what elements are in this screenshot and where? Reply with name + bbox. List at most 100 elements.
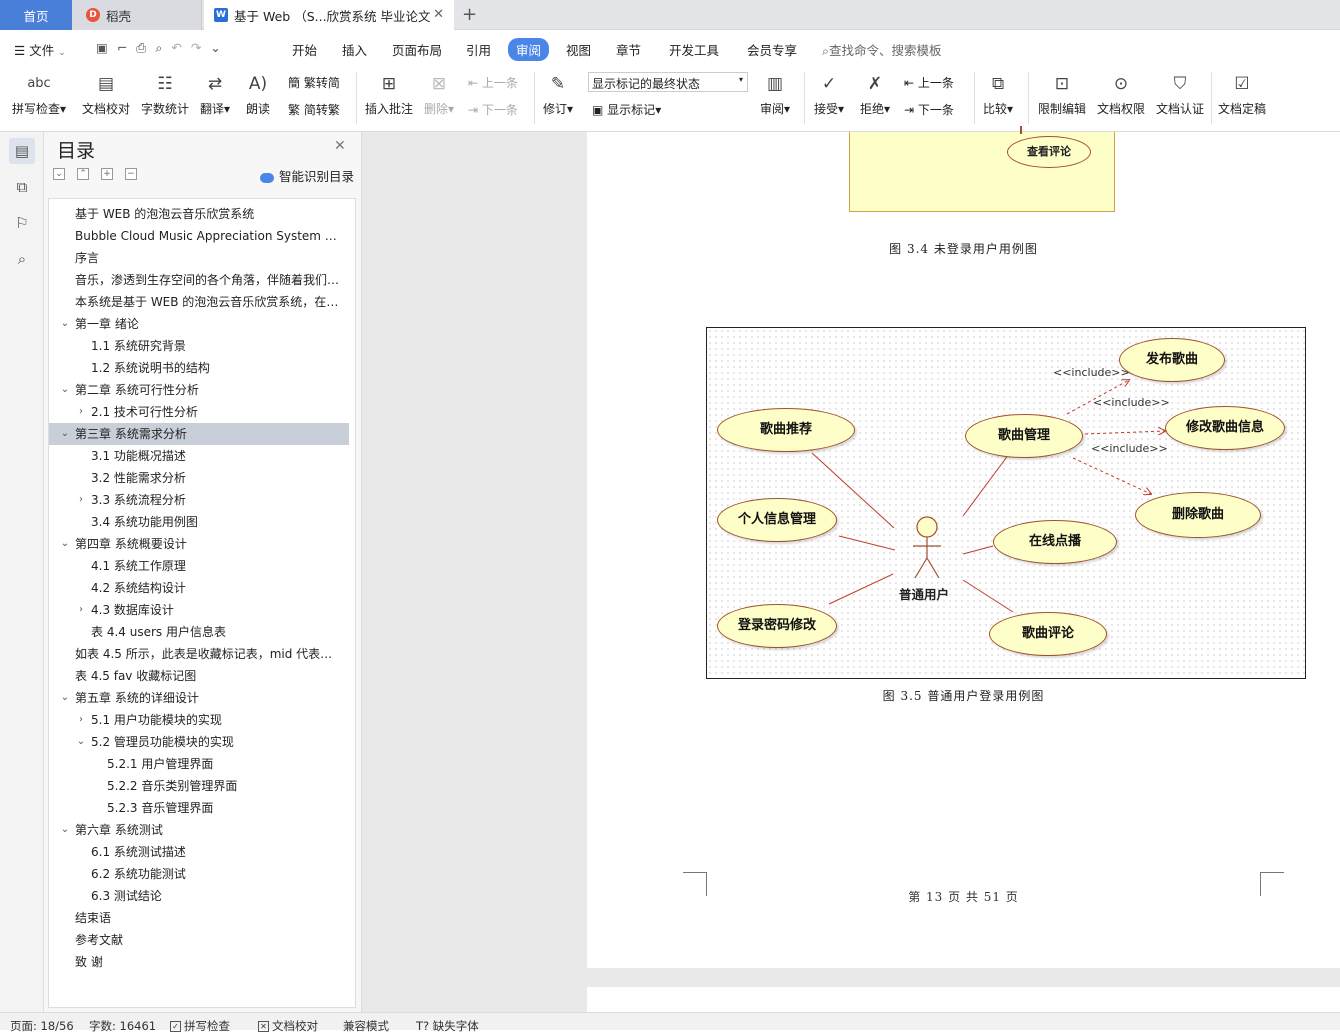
chevron-down-icon[interactable]: ⌄ xyxy=(59,379,71,401)
toc-item[interactable]: 基于 WEB 的泡泡云音乐欣赏系统 xyxy=(49,203,349,225)
toc-item[interactable]: ⌄ 第一章 绪论 xyxy=(49,313,349,335)
menu-review[interactable]: 审阅 xyxy=(508,38,550,61)
command-search[interactable]: ⌕查找命令、搜索模板 xyxy=(822,40,942,59)
print-icon[interactable]: ⎙ xyxy=(136,40,155,55)
toc-item[interactable]: 如表 4.5 所示，此表是收藏标记表，mid 代表歌曲编号 xyxy=(49,643,349,665)
toc-item[interactable]: 致 谢 xyxy=(49,951,349,973)
insert-comment-button[interactable]: ⊞ 插入批注 xyxy=(365,72,413,117)
toc-item[interactable]: ⌄ 5.2 管理员功能模块的实现 xyxy=(49,731,349,753)
toc-item[interactable]: 本系统是基于 WEB 的泡泡云音乐欣赏系统，在设计上 xyxy=(49,291,349,313)
show-markup-button[interactable]: ▣ 显示标记▾ xyxy=(592,101,661,118)
accept-button[interactable]: ✓ 接受▾ xyxy=(814,72,844,117)
reject-button[interactable]: ✗ 拒绝▾ xyxy=(860,72,890,117)
chevron-down-icon[interactable]: ⌄ xyxy=(75,731,87,753)
add-heading-icon[interactable]: + xyxy=(101,168,113,180)
smart-toc-button[interactable]: 智能识别目录 xyxy=(260,166,354,185)
toc-item[interactable]: 音乐，渗透到生存空间的各个角落，伴随着我们的生活 xyxy=(49,269,349,291)
chevron-down-icon[interactable]: ⌄ xyxy=(59,423,71,445)
customize-icon[interactable]: ⌄ xyxy=(210,40,229,55)
simp-to-trad-button[interactable]: 繁 简转繁 xyxy=(288,101,340,118)
toc-item[interactable]: 表 4.4 users 用户信息表 xyxy=(49,621,349,643)
menu-chapter[interactable]: 章节 xyxy=(616,40,641,59)
chevron-right-icon[interactable]: › xyxy=(75,489,87,511)
wordcount-button[interactable]: ☷ 字数统计 xyxy=(141,72,189,117)
proofread-status[interactable]: ✕ 文档校对 xyxy=(258,1018,318,1034)
file-menu[interactable]: ☰ 文件 ⌄ xyxy=(14,40,66,59)
close-icon[interactable]: ✕ xyxy=(334,138,346,154)
chevron-down-icon[interactable]: ⌄ xyxy=(59,533,71,555)
toc-item[interactable]: 3.1 功能概况描述 xyxy=(49,445,349,467)
menu-start[interactable]: 开始 xyxy=(292,40,317,59)
remove-heading-icon[interactable]: − xyxy=(125,168,137,180)
markup-state-select[interactable]: 显示标记的最终状态 ▾ xyxy=(588,72,748,92)
menu-developer[interactable]: 开发工具 xyxy=(669,40,719,59)
toc-item[interactable]: 5.2.1 用户管理界面 xyxy=(49,753,349,775)
toc-item[interactable]: 6.1 系统测试描述 xyxy=(49,841,349,863)
undo-icon[interactable]: ↶ xyxy=(171,40,190,55)
spellcheck-button[interactable]: abc 拼写检查▾ xyxy=(12,72,66,117)
spellcheck-status[interactable]: ✓ 拼写检查 xyxy=(170,1018,230,1034)
chapter-nav-icon[interactable]: ⧉ xyxy=(9,174,35,200)
toc-item[interactable]: 1.2 系统说明书的结构 xyxy=(49,357,349,379)
toc-item[interactable]: 参考文献 xyxy=(49,929,349,951)
close-tab-icon[interactable]: ✕ xyxy=(433,7,444,22)
compare-button[interactable]: ⧉ 比较▾ xyxy=(983,72,1013,117)
expand-up-icon[interactable]: ⌃ xyxy=(77,168,89,180)
review-pane-button[interactable]: ▥ 审阅▾ xyxy=(760,72,790,117)
toc-item[interactable]: › 4.3 数据库设计 xyxy=(49,599,349,621)
tab-daoke[interactable]: D 稻壳 xyxy=(72,0,202,30)
compat-mode-status[interactable]: 兼容模式 xyxy=(343,1018,389,1034)
toc-item[interactable]: ⌄ 第四章 系统概要设计 xyxy=(49,533,349,555)
proofread-button[interactable]: ▤ 文档校对 xyxy=(82,72,130,117)
collapse-all-icon[interactable]: ⌄ xyxy=(53,168,65,180)
toc-item[interactable]: 5.2.3 音乐管理界面 xyxy=(49,797,349,819)
restrict-editing-button[interactable]: ⊡ 限制编辑 xyxy=(1038,72,1086,117)
missing-font-status[interactable]: T? 缺失字体 xyxy=(416,1018,479,1034)
doc-certify-button[interactable]: ⛉ 文档认证 xyxy=(1156,72,1204,117)
chevron-right-icon[interactable]: › xyxy=(75,709,87,731)
translate-button[interactable]: ⇄ 翻译▾ xyxy=(200,72,230,117)
toc-item[interactable]: › 5.1 用户功能模块的实现 xyxy=(49,709,349,731)
trad-to-simp-button[interactable]: 簡 繁转简 xyxy=(288,74,340,91)
page-indicator[interactable]: 页面: 18/56 xyxy=(10,1018,74,1034)
word-count-indicator[interactable]: 字数: 16461 xyxy=(89,1018,156,1034)
toc-item[interactable]: Bubble Cloud Music Appreciation System B… xyxy=(49,225,349,247)
redo-icon[interactable]: ↷ xyxy=(191,40,210,55)
menu-insert[interactable]: 插入 xyxy=(342,40,367,59)
menu-view[interactable]: 视图 xyxy=(566,40,591,59)
read-aloud-button[interactable]: A) 朗读 xyxy=(245,72,271,117)
toc-item[interactable]: 4.1 系统工作原理 xyxy=(49,555,349,577)
bookmark-icon[interactable]: ⚐ xyxy=(9,210,35,236)
delete-comment-button[interactable]: ⊠ 删除▾ xyxy=(424,72,454,117)
toc-item[interactable]: 4.2 系统结构设计 xyxy=(49,577,349,599)
toc-item[interactable]: 结束语 xyxy=(49,907,349,929)
save-icon[interactable]: ▣ xyxy=(96,40,117,55)
menu-member[interactable]: 会员专享 xyxy=(747,40,797,59)
format-painter-icon[interactable]: ⌐ xyxy=(117,40,136,55)
toc-item[interactable]: › 3.3 系统流程分析 xyxy=(49,489,349,511)
print-preview-icon[interactable]: ⌕ xyxy=(155,40,171,55)
prev-change-button[interactable]: ⇤ 上一条 xyxy=(904,74,954,91)
next-comment-button[interactable]: ⇥ 下一条 xyxy=(468,101,518,118)
track-changes-button[interactable]: ✎ 修订▾ xyxy=(543,72,573,117)
toc-item[interactable]: 3.4 系统功能用例图 xyxy=(49,511,349,533)
toc-item[interactable]: 序言 xyxy=(49,247,349,269)
tab-home[interactable]: 首页 xyxy=(0,0,72,30)
chevron-right-icon[interactable]: › xyxy=(75,401,87,423)
toc-item[interactable]: 5.2.2 音乐类别管理界面 xyxy=(49,775,349,797)
menu-layout[interactable]: 页面布局 xyxy=(392,40,442,59)
finalize-button[interactable]: ☑ 文档定稿 xyxy=(1218,72,1266,117)
chevron-right-icon[interactable]: › xyxy=(75,599,87,621)
menu-references[interactable]: 引用 xyxy=(466,40,491,59)
next-change-button[interactable]: ⇥ 下一条 xyxy=(904,101,954,118)
toc-item[interactable]: ⌄ 第五章 系统的详细设计 xyxy=(49,687,349,709)
toc-item[interactable]: 6.3 测试结论 xyxy=(49,885,349,907)
doc-permission-button[interactable]: ⊙ 文档权限 xyxy=(1097,72,1145,117)
toc-item[interactable]: ⌄ 第六章 系统测试 xyxy=(49,819,349,841)
toc-item[interactable]: 表 4.5 fav 收藏标记图 xyxy=(49,665,349,687)
chevron-down-icon[interactable]: ⌄ xyxy=(59,819,71,841)
toc-item[interactable]: 6.2 系统功能测试 xyxy=(49,863,349,885)
toc-pane-icon[interactable]: ▤ xyxy=(9,138,35,164)
chevron-down-icon[interactable]: ⌄ xyxy=(59,313,71,335)
quick-access-toolbar[interactable]: ▣⌐⎙⌕↶↷⌄ xyxy=(96,40,230,56)
